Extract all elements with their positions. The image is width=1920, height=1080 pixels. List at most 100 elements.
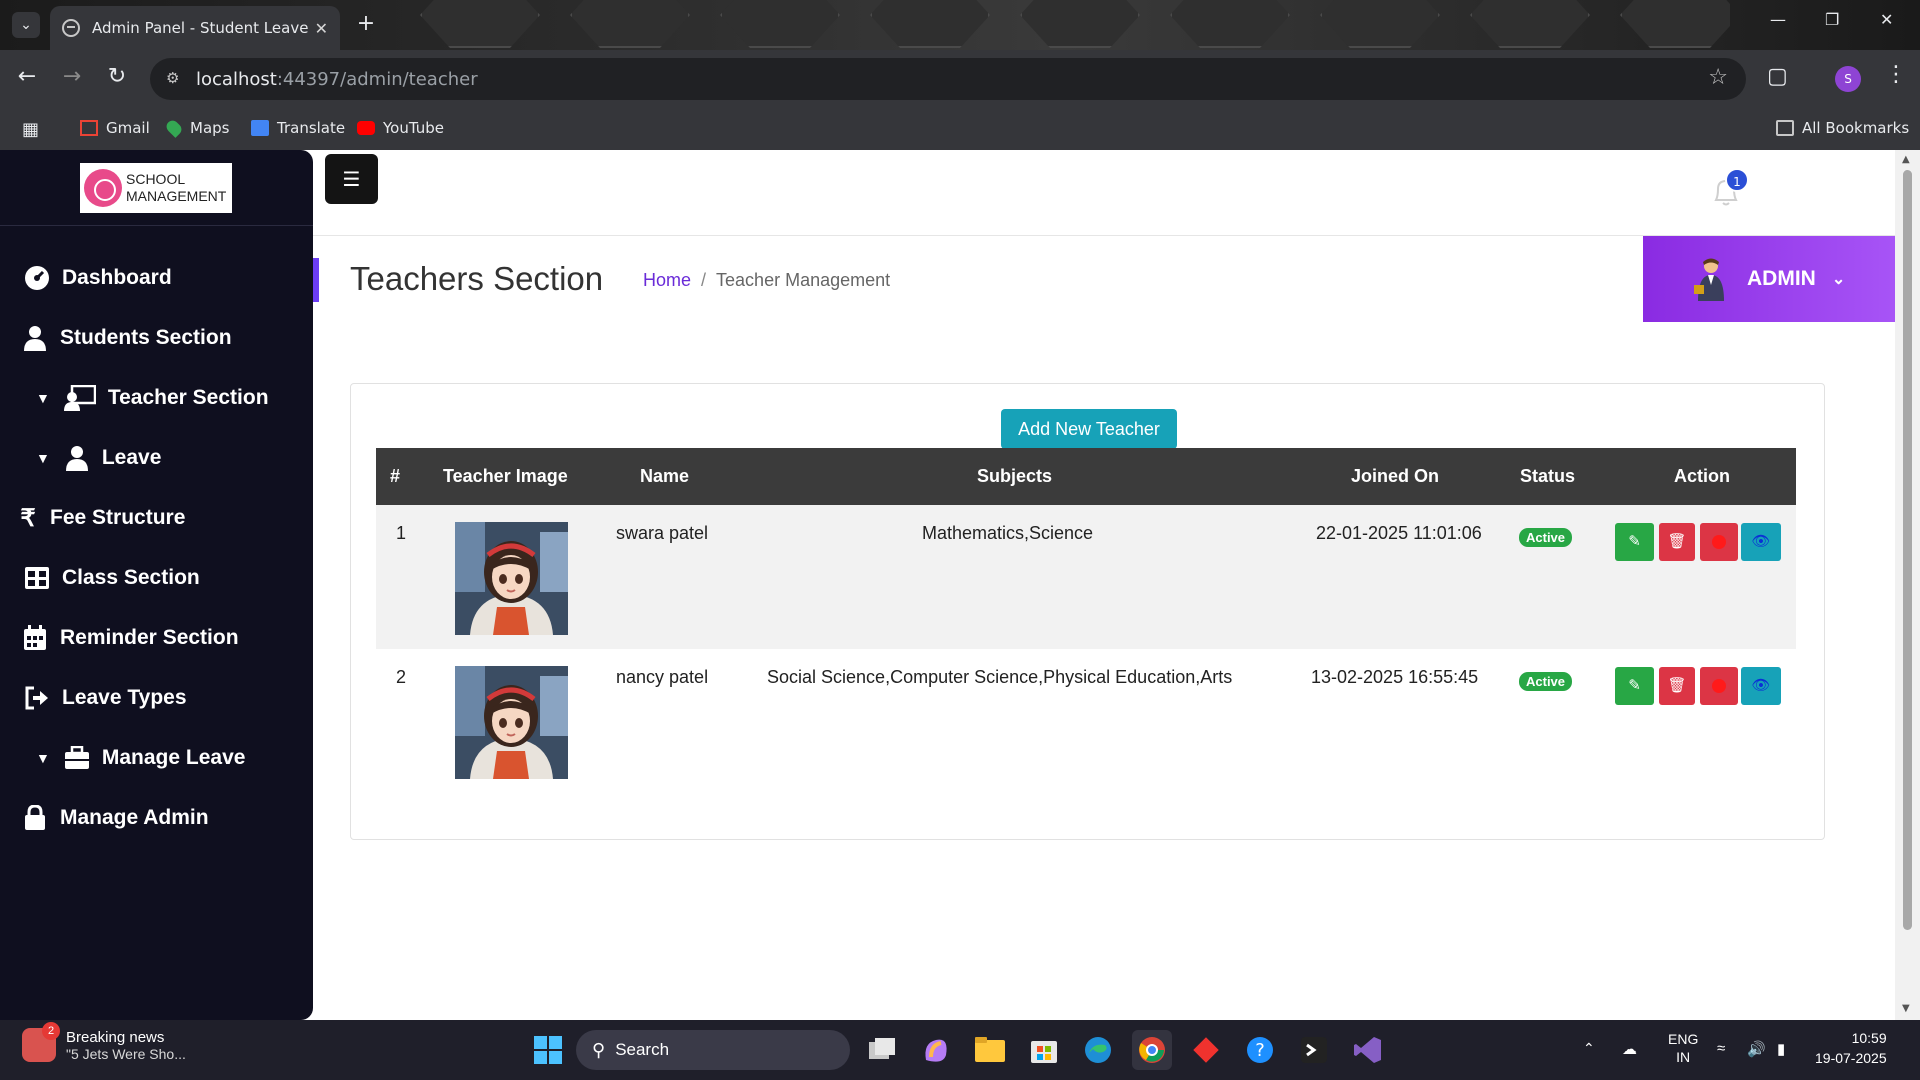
sidebar-logo-area: SCHOOL MANAGEMENT xyxy=(0,150,313,226)
microsoft-store-icon[interactable] xyxy=(1024,1030,1064,1070)
delete-button[interactable]: 🗑 xyxy=(1659,667,1695,705)
bookmark-translate[interactable]: Translate xyxy=(251,119,345,137)
sidebar-item-label: Students Section xyxy=(60,326,232,349)
teacher-joined-on: 13-02-2025 16:55:45 xyxy=(1311,667,1479,687)
scroll-down-arrow-icon[interactable]: ▼ xyxy=(1902,1003,1910,1014)
admin-dropdown[interactable]: ADMIN ⌄ xyxy=(1643,236,1901,322)
site-settings-icon[interactable]: ⚙ xyxy=(166,69,186,89)
sidebar-item-reminder[interactable]: Reminder Section xyxy=(22,625,239,651)
deactivate-button[interactable] xyxy=(1700,667,1738,705)
column-header-image: Teacher Image xyxy=(443,466,568,486)
battery-icon[interactable]: ▮ xyxy=(1777,1040,1785,1058)
view-button[interactable]: 👁 xyxy=(1741,523,1781,561)
browser-menu-icon[interactable]: ⋮ xyxy=(1885,62,1907,87)
git-app-icon[interactable] xyxy=(1186,1030,1226,1070)
task-view-icon[interactable] xyxy=(862,1030,902,1070)
wifi-icon[interactable]: ≈ xyxy=(1717,1040,1725,1057)
search-label: Search xyxy=(615,1040,670,1059)
delete-button[interactable]: 🗑 xyxy=(1659,523,1695,561)
sidebar-item-leave[interactable]: ▼ Leave xyxy=(36,445,161,471)
hamburger-menu-button[interactable]: ☰ xyxy=(325,154,378,204)
language-line1: ENG xyxy=(1668,1031,1699,1047)
teacher-photo xyxy=(455,666,568,779)
terminal-app-icon[interactable] xyxy=(1294,1030,1334,1070)
visual-studio-icon[interactable] xyxy=(1348,1030,1388,1070)
windows-start-icon[interactable] xyxy=(528,1030,568,1070)
sidebar-item-leave-types[interactable]: Leave Types xyxy=(24,685,187,711)
bookmark-star-icon[interactable]: ☆ xyxy=(1708,65,1728,90)
sidebar-item-label: Teacher Section xyxy=(107,386,269,409)
translate-icon xyxy=(251,120,269,136)
news-widget[interactable]: 2 Breaking news "5 Jets Were Sho... xyxy=(22,1022,186,1062)
bookmark-youtube[interactable]: YouTube xyxy=(357,119,444,137)
edit-button[interactable]: ✎ xyxy=(1615,523,1654,561)
chrome-browser-icon[interactable] xyxy=(1132,1030,1172,1070)
clock-date: 19-07-2025 xyxy=(1815,1050,1887,1066)
sidebar-item-dashboard[interactable]: Dashboard xyxy=(24,265,172,291)
sidebar: SCHOOL MANAGEMENT Dashboard Students Sec… xyxy=(0,150,313,1020)
all-bookmarks[interactable]: All Bookmarks xyxy=(1776,119,1909,137)
file-explorer-icon[interactable] xyxy=(970,1030,1010,1070)
school-logo[interactable]: SCHOOL MANAGEMENT xyxy=(80,163,232,213)
row-number: 1 xyxy=(396,523,407,543)
apps-grid-icon[interactable]: ▦ xyxy=(22,119,39,140)
admin-label: ADMIN xyxy=(1747,267,1816,290)
browser-tab-strip: ⌄ Admin Panel - Student Leave ✕ + — ❐ ✕ xyxy=(0,0,1920,50)
new-tab-button[interactable]: + xyxy=(352,12,380,38)
sidebar-item-manage-admin[interactable]: Manage Admin xyxy=(22,805,209,831)
show-hidden-icons-chevron[interactable]: ⌃ xyxy=(1583,1040,1595,1057)
bookmark-gmail[interactable]: Gmail xyxy=(80,119,150,137)
edit-button[interactable]: ✎ xyxy=(1615,667,1654,705)
gmail-icon xyxy=(80,120,98,136)
breadcrumb-home-link[interactable]: Home xyxy=(643,270,691,290)
tab-strip-background xyxy=(380,0,1730,50)
scroll-up-arrow-icon[interactable]: ▲ xyxy=(1902,154,1910,165)
close-window-button[interactable]: ✕ xyxy=(1880,10,1893,29)
forward-button[interactable]: → xyxy=(57,64,87,89)
profile-avatar[interactable]: S xyxy=(1835,66,1861,92)
taskbar-search-box[interactable]: ⚲ Search xyxy=(576,1030,850,1070)
language-indicator[interactable]: ENG IN xyxy=(1668,1030,1698,1066)
address-bar[interactable]: ⚙ localhost:44397/admin/teacher ☆ xyxy=(150,58,1746,100)
copilot-icon[interactable] xyxy=(916,1030,956,1070)
extensions-icon[interactable]: ▢ xyxy=(1767,64,1788,89)
onedrive-cloud-icon[interactable]: ☁ xyxy=(1622,1040,1637,1058)
help-icon[interactable]: ? xyxy=(1240,1030,1280,1070)
tab-search-button[interactable]: ⌄ xyxy=(12,12,40,38)
browser-tab[interactable]: Admin Panel - Student Leave ✕ xyxy=(50,6,340,50)
minimize-button[interactable]: — xyxy=(1770,10,1786,29)
volume-icon[interactable]: 🔊 xyxy=(1747,1040,1766,1058)
user-icon xyxy=(64,445,90,471)
sidebar-item-fee[interactable]: ₹ Fee Structure xyxy=(18,505,185,532)
svg-text:?: ? xyxy=(1255,1040,1265,1061)
system-clock[interactable]: 10:59 19-07-2025 xyxy=(1815,1028,1887,1068)
bookmark-label: Maps xyxy=(190,119,230,137)
edge-browser-icon[interactable] xyxy=(1078,1030,1118,1070)
scrollbar-thumb[interactable] xyxy=(1903,170,1912,930)
bookmark-label: YouTube xyxy=(383,119,444,137)
sidebar-item-manage-leave[interactable]: ▼ Manage Leave xyxy=(36,745,245,771)
eye-icon: 👁 xyxy=(1751,533,1771,550)
restore-button[interactable]: ❐ xyxy=(1825,10,1839,29)
status-badge: Active xyxy=(1519,672,1573,691)
close-tab-icon[interactable]: ✕ xyxy=(315,19,328,38)
sidebar-item-class[interactable]: Class Section xyxy=(24,565,200,591)
add-new-teacher-button[interactable]: Add New Teacher xyxy=(1001,409,1177,449)
admin-avatar xyxy=(1693,257,1727,301)
status-badge: Active xyxy=(1519,528,1573,547)
main-content: ☰ 1 Teachers Section Home / Teacher Manage… xyxy=(313,150,1901,1020)
back-button[interactable]: ← xyxy=(12,64,42,89)
sidebar-item-label: Dashboard xyxy=(62,266,172,289)
view-button[interactable]: 👁 xyxy=(1741,667,1781,705)
page-scrollbar[interactable]: ▲ ▼ xyxy=(1895,150,1920,1020)
sidebar-item-teacher[interactable]: ▼ Teacher Section xyxy=(36,385,269,411)
teacher-subjects: Mathematics,Science xyxy=(922,523,1094,543)
maps-pin-icon xyxy=(164,118,184,138)
dashboard-icon xyxy=(24,265,50,291)
bookmark-maps[interactable]: Maps xyxy=(164,118,230,138)
sidebar-item-students[interactable]: Students Section xyxy=(22,325,232,351)
language-line2: IN xyxy=(1676,1049,1691,1065)
deactivate-button[interactable] xyxy=(1700,523,1738,561)
url-path: :44397/admin/teacher xyxy=(276,68,478,90)
reload-button[interactable]: ↻ xyxy=(102,64,132,89)
